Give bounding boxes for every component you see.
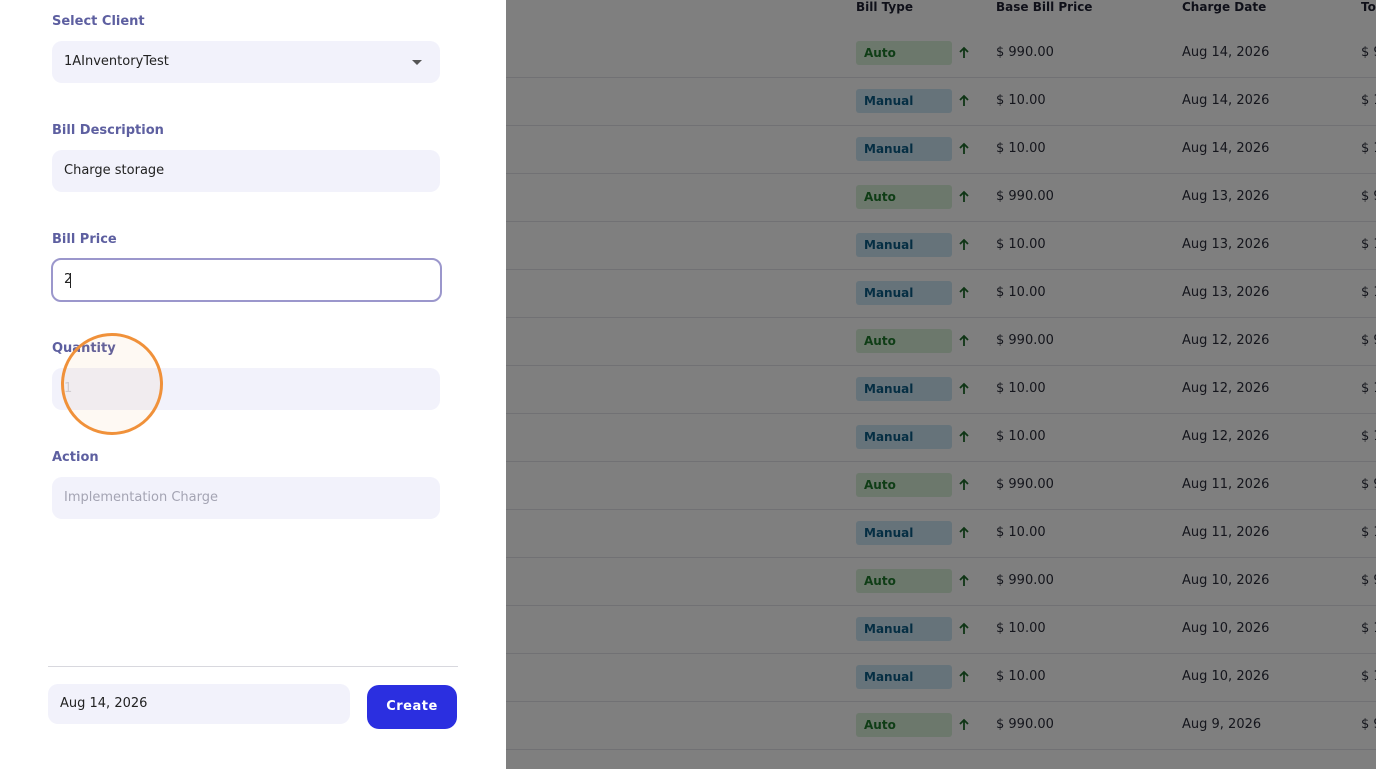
bill-price-label: Bill Price bbox=[52, 232, 117, 247]
click-indicator bbox=[61, 333, 163, 435]
bill-description-label: Bill Description bbox=[52, 123, 164, 138]
create-button[interactable]: Create bbox=[367, 685, 457, 729]
create-bill-drawer: Select Client 1AInventoryTest Bill Descr… bbox=[0, 0, 506, 769]
bill-description-input[interactable]: Charge storage bbox=[52, 150, 440, 192]
select-client-dropdown[interactable]: 1AInventoryTest bbox=[52, 41, 440, 83]
action-input[interactable]: Implementation Charge bbox=[52, 477, 440, 519]
select-client-value: 1AInventoryTest bbox=[64, 54, 169, 69]
action-label: Action bbox=[52, 450, 99, 465]
charge-date-input[interactable]: Aug 14, 2026 bbox=[48, 684, 350, 724]
text-cursor bbox=[70, 273, 71, 288]
select-client-label: Select Client bbox=[52, 14, 145, 29]
chevron-down-icon bbox=[412, 60, 422, 65]
footer-divider bbox=[48, 666, 458, 667]
bill-price-input[interactable]: 2 bbox=[51, 258, 442, 302]
